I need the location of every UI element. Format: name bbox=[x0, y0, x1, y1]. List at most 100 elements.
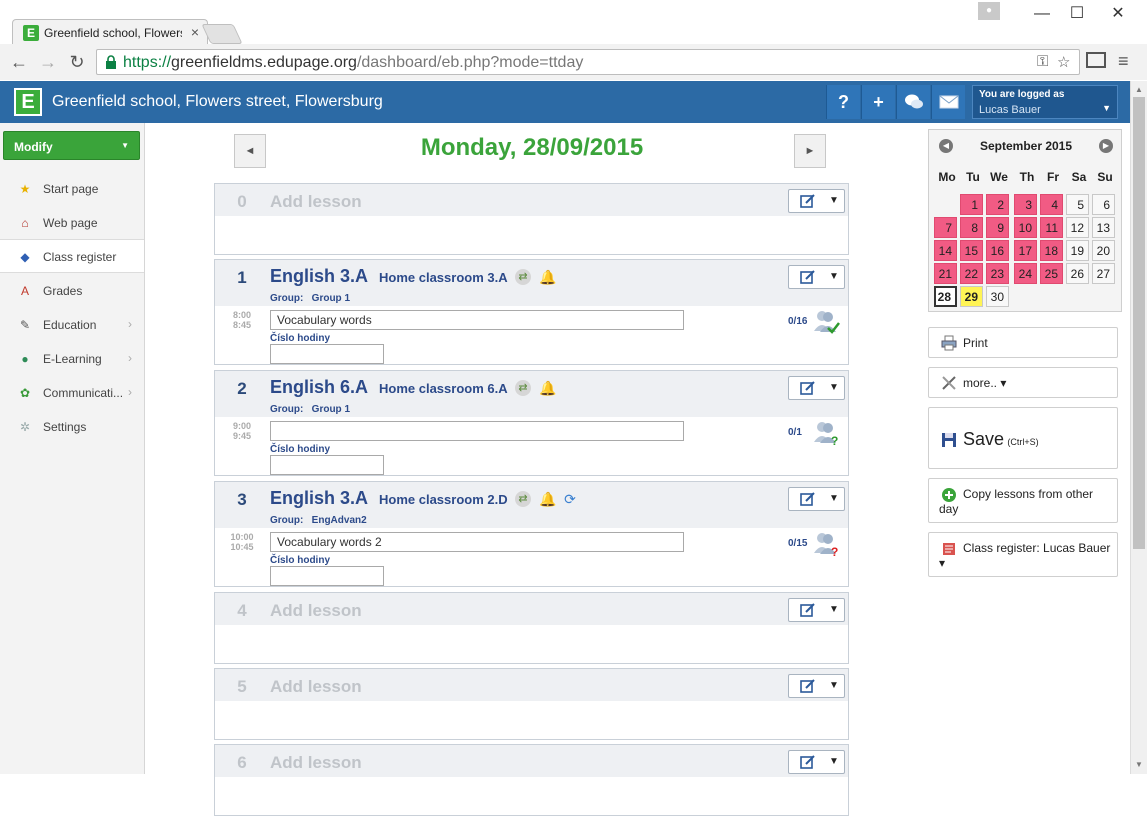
attendance-ok-icon[interactable] bbox=[813, 309, 841, 335]
bookmark-star-icon[interactable]: ☆ bbox=[1057, 53, 1070, 71]
save-button[interactable]: Save (Ctrl+S) bbox=[928, 407, 1118, 469]
calendar-day[interactable]: 26 bbox=[1066, 263, 1089, 284]
bell-icon[interactable]: 🔔 bbox=[539, 491, 556, 507]
edupage-logo[interactable]: E bbox=[14, 88, 42, 116]
maximize-button[interactable]: ☐ bbox=[1063, 4, 1091, 24]
tab-close-icon[interactable]: × bbox=[191, 24, 199, 40]
browser-tab[interactable]: E Greenfield school, Flowers × bbox=[12, 19, 208, 45]
sidebar-item-star[interactable]: ★ Start page bbox=[0, 171, 144, 205]
lesson-subject[interactable]: English 3.A bbox=[270, 488, 368, 509]
sidebar-item-grades[interactable]: A Grades bbox=[0, 273, 144, 307]
substitution-icon[interactable]: ⇄ bbox=[515, 491, 531, 507]
lesson-hour-input[interactable] bbox=[270, 344, 384, 364]
bell-icon[interactable]: 🔔 bbox=[539, 269, 556, 285]
scroll-up-icon[interactable]: ▲ bbox=[1135, 85, 1143, 94]
user-menu[interactable]: You are logged as Lucas Bauer ▼ bbox=[972, 85, 1118, 119]
substitution-icon[interactable]: ⇄ bbox=[515, 380, 531, 396]
modify-button[interactable]: Modify ▼ bbox=[3, 131, 140, 160]
calendar-day[interactable]: 17 bbox=[1014, 240, 1037, 261]
key-icon[interactable]: ⚿ bbox=[1037, 53, 1048, 70]
sidebar-item-e-learning[interactable]: ● E-Learning › bbox=[0, 341, 144, 375]
lesson-hour-input[interactable] bbox=[270, 455, 384, 475]
lesson-edit-button[interactable]: ▼ bbox=[788, 598, 845, 622]
next-month-icon[interactable]: ▶ bbox=[1099, 139, 1113, 153]
add-lesson-link[interactable]: Add lesson bbox=[270, 601, 362, 621]
next-day-button[interactable]: ► bbox=[794, 134, 826, 168]
lesson-topic-input[interactable]: Vocabulary words bbox=[270, 310, 684, 330]
calendar-day[interactable]: 2 bbox=[986, 194, 1009, 215]
calendar-day[interactable]: 14 bbox=[934, 240, 957, 261]
lesson-topic-input[interactable] bbox=[270, 421, 684, 441]
close-window-button[interactable]: ✕ bbox=[1104, 4, 1132, 24]
lesson-edit-button[interactable]: ▼ bbox=[788, 189, 845, 213]
calendar-day[interactable]: 15 bbox=[960, 240, 983, 261]
calendar-day[interactable]: 10 bbox=[1014, 217, 1037, 238]
address-bar[interactable]: https://greenfieldms.edupage.org/dashboa… bbox=[96, 49, 1080, 75]
calendar-day[interactable]: 6 bbox=[1092, 194, 1115, 215]
calendar-day[interactable]: 8 bbox=[960, 217, 983, 238]
add-lesson-link[interactable]: Add lesson bbox=[270, 753, 362, 773]
lesson-topic-input[interactable]: Vocabulary words 2 bbox=[270, 532, 684, 552]
sidebar-item-education[interactable]: ✎ Education › bbox=[0, 307, 144, 341]
back-arrow-icon[interactable]: ← bbox=[8, 51, 30, 73]
browser-menu-icon[interactable]: ≡ bbox=[1118, 51, 1129, 72]
calendar-day[interactable]: 3 bbox=[1014, 194, 1037, 215]
attendance-missing-icon[interactable]: ? bbox=[813, 531, 841, 557]
calendar-day[interactable]: 13 bbox=[1092, 217, 1115, 238]
messages-button[interactable] bbox=[931, 85, 965, 119]
calendar-day[interactable]: 29 bbox=[960, 286, 983, 307]
lesson-subject[interactable]: English 6.A bbox=[270, 377, 368, 398]
add-button[interactable]: + bbox=[861, 85, 895, 119]
sync-icon[interactable]: ⟳ bbox=[562, 491, 578, 507]
minimize-button[interactable]: — bbox=[1028, 4, 1056, 24]
lesson-edit-button[interactable]: ▼ bbox=[788, 376, 845, 400]
bell-icon[interactable]: 🔔 bbox=[539, 380, 556, 396]
lesson-edit-button[interactable]: ▼ bbox=[788, 265, 845, 289]
calendar-day[interactable]: 11 bbox=[1040, 217, 1063, 238]
calendar-day[interactable]: 25 bbox=[1040, 263, 1063, 284]
print-button[interactable]: Print bbox=[928, 327, 1118, 358]
sidebar-item-settings[interactable]: ✲ Settings bbox=[0, 409, 144, 443]
calendar-day[interactable]: 18 bbox=[1040, 240, 1063, 261]
calendar-day[interactable]: 1 bbox=[960, 194, 983, 215]
lesson-subject[interactable]: English 3.A bbox=[270, 266, 368, 287]
scroll-down-icon[interactable]: ▼ bbox=[1135, 760, 1143, 769]
calendar-day[interactable]: 27 bbox=[1092, 263, 1115, 284]
forward-arrow-icon[interactable]: → bbox=[37, 51, 59, 73]
profile-icon[interactable]: ● bbox=[978, 2, 1000, 20]
calendar-day[interactable]: 4 bbox=[1040, 194, 1063, 215]
calendar-day[interactable]: 12 bbox=[1066, 217, 1089, 238]
substitution-icon[interactable]: ⇄ bbox=[515, 269, 531, 285]
calendar-day[interactable]: 16 bbox=[986, 240, 1009, 261]
more-button[interactable]: more.. ▾ bbox=[928, 367, 1118, 398]
cast-icon[interactable] bbox=[1086, 52, 1106, 68]
calendar-day[interactable]: 5 bbox=[1066, 194, 1089, 215]
lesson-edit-button[interactable]: ▼ bbox=[788, 487, 845, 511]
calendar-day[interactable]: 28 bbox=[934, 286, 957, 307]
calendar-day[interactable]: 7 bbox=[934, 217, 957, 238]
calendar-day[interactable]: 23 bbox=[986, 263, 1009, 284]
page-scrollbar[interactable]: ▲ ▼ bbox=[1130, 81, 1147, 774]
class-register-button[interactable]: Class register: Lucas Bauer ▾ bbox=[928, 532, 1118, 577]
help-button[interactable]: ? bbox=[826, 85, 860, 119]
attendance-unknown-icon[interactable]: ? bbox=[813, 420, 841, 446]
calendar-day[interactable]: 24 bbox=[1014, 263, 1037, 284]
url-text[interactable]: https://greenfieldms.edupage.org/dashboa… bbox=[123, 54, 583, 72]
reload-icon[interactable]: ↻ bbox=[66, 51, 88, 73]
add-lesson-link[interactable]: Add lesson bbox=[270, 192, 362, 212]
calendar-day[interactable]: 9 bbox=[986, 217, 1009, 238]
chat-button[interactable] bbox=[896, 85, 930, 119]
calendar-day[interactable]: 20 bbox=[1092, 240, 1115, 261]
previous-day-button[interactable]: ◄ bbox=[234, 134, 266, 168]
sidebar-item-communication[interactable]: ✿ Communicati... › bbox=[0, 375, 144, 409]
add-lesson-link[interactable]: Add lesson bbox=[270, 677, 362, 697]
lesson-edit-button[interactable]: ▼ bbox=[788, 674, 845, 698]
calendar-day[interactable]: 19 bbox=[1066, 240, 1089, 261]
calendar-day[interactable]: 30 bbox=[986, 286, 1009, 307]
scroll-thumb[interactable] bbox=[1133, 97, 1145, 549]
sidebar-item-book[interactable]: ◆ Class register bbox=[0, 239, 144, 273]
lesson-hour-input[interactable] bbox=[270, 566, 384, 586]
sidebar-item-house[interactable]: ⌂ Web page bbox=[0, 205, 144, 239]
copy-lessons-button[interactable]: Copy lessons from other day bbox=[928, 478, 1118, 523]
calendar-day[interactable]: 22 bbox=[960, 263, 983, 284]
